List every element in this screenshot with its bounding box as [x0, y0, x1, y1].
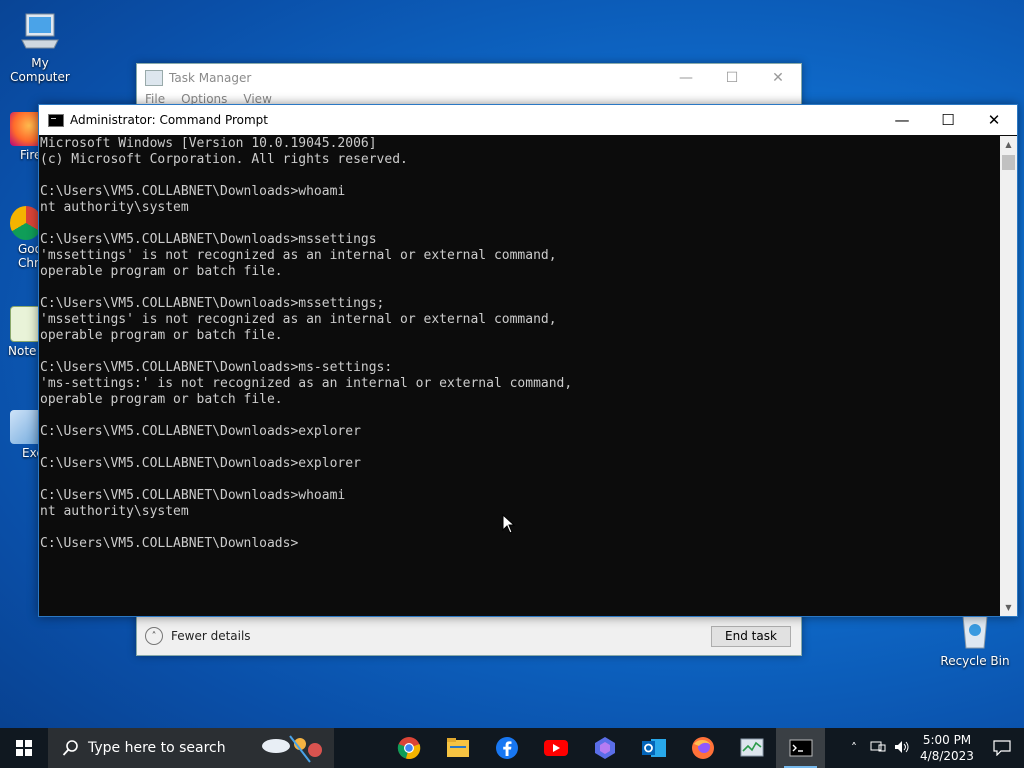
scroll-down-icon[interactable]: ▼ [1000, 599, 1017, 616]
taskbar-command-prompt[interactable] [776, 728, 825, 768]
search-placeholder: Type here to search [88, 740, 226, 756]
desktop-icon-recycle-bin[interactable]: Recycle Bin [935, 608, 1015, 668]
taskbar-outlook[interactable] [629, 728, 678, 768]
window-title: Administrator: Command Prompt [70, 113, 268, 127]
desktop-icon-my-computer[interactable]: My Computer [0, 10, 80, 84]
taskbar-firefox[interactable] [678, 728, 727, 768]
search-highlight-icon [262, 735, 322, 763]
console-line: (c) Microsoft Corporation. All rights re… [40, 152, 408, 167]
console-line: C:\Users\VM5.COLLABNET\Downloads>mssetti… [40, 296, 385, 311]
window-title: Task Manager [169, 71, 252, 85]
console-line: operable program or batch file. [40, 392, 283, 407]
computer-icon [18, 10, 62, 54]
taskbar-search-box[interactable]: Type here to search [48, 728, 334, 768]
taskbar-task-manager[interactable] [727, 728, 776, 768]
console-line: 'mssettings' is not recognized as an int… [40, 248, 557, 263]
youtube-icon [543, 740, 568, 756]
system-tray: ˄ 5:00 PM 4/8/2023 [842, 728, 1024, 768]
clock-date: 4/8/2023 [920, 749, 974, 763]
command-prompt-icon [48, 113, 64, 127]
console-line: C:\Users\VM5.COLLABNET\Downloads>mssetti… [40, 232, 377, 247]
console-line: C:\Users\VM5.COLLABNET\Downloads> [40, 536, 299, 551]
scroll-up-icon[interactable]: ▲ [1000, 136, 1017, 153]
console-output[interactable]: Microsoft Windows [Version 10.0.19045.20… [39, 136, 999, 616]
console-line: nt authority\system [40, 200, 189, 215]
command-prompt-titlebar[interactable]: Administrator: Command Prompt — ☐ ✕ [39, 105, 1017, 135]
windows-logo-icon [16, 740, 32, 756]
console-line: C:\Users\VM5.COLLABNET\Downloads>whoami [40, 184, 346, 199]
file-explorer-icon [446, 738, 469, 757]
mouse-cursor-icon [502, 513, 516, 537]
command-prompt-icon [789, 739, 812, 757]
command-prompt-window[interactable]: Administrator: Command Prompt — ☐ ✕ Micr… [38, 104, 1018, 617]
outlook-icon [641, 739, 666, 757]
taskbar-facebook[interactable] [482, 728, 531, 768]
network-icon[interactable] [866, 740, 890, 757]
console-line: C:\Users\VM5.COLLABNET\Downloads>explore… [40, 424, 361, 439]
chevron-up-icon: ˄ [145, 627, 163, 645]
desktop-icon-label: Recycle Bin [940, 654, 1010, 668]
facebook-icon [495, 737, 518, 759]
notification-center-button[interactable] [980, 740, 1024, 756]
copilot-icon [594, 737, 615, 759]
end-task-button[interactable]: End task [711, 625, 791, 647]
console-line: operable program or batch file. [40, 264, 283, 279]
vertical-scrollbar[interactable]: ▲ ▼ [1000, 136, 1017, 616]
minimize-icon[interactable]: — [879, 111, 925, 129]
console-line: C:\Users\VM5.COLLABNET\Downloads>explore… [40, 456, 361, 471]
taskbar-file-explorer[interactable] [433, 728, 482, 768]
console-line: 'ms-settings:' is not recognized as an i… [40, 376, 573, 391]
taskbar-copilot[interactable] [580, 728, 629, 768]
clock-time: 5:00 PM [922, 733, 972, 747]
console-line: 'mssettings' is not recognized as an int… [40, 312, 557, 327]
console-line: nt authority\system [40, 504, 189, 519]
console-line: C:\Users\VM5.COLLABNET\Downloads>whoami [40, 488, 346, 503]
taskbar-youtube[interactable] [531, 728, 580, 768]
console-line: operable program or batch file. [40, 328, 283, 343]
minimize-icon[interactable]: — [663, 70, 709, 86]
console-line: C:\Users\VM5.COLLABNET\Downloads>ms-sett… [40, 360, 393, 375]
task-manager-titlebar[interactable]: Task Manager — ☐ ✕ [137, 64, 801, 92]
scrollbar-thumb[interactable] [1002, 155, 1015, 170]
close-icon[interactable]: ✕ [971, 111, 1017, 129]
desktop-icon-label: My Computer [10, 56, 70, 84]
start-button[interactable] [0, 728, 48, 768]
firefox-icon [691, 737, 714, 759]
task-manager-footer: ˄ Fewer details End task [137, 616, 801, 655]
close-icon[interactable]: ✕ [755, 70, 801, 86]
console-line: Microsoft Windows [Version 10.0.19045.20… [40, 136, 377, 151]
search-icon [62, 740, 78, 756]
volume-icon[interactable] [890, 740, 914, 757]
chrome-icon [397, 737, 420, 759]
chevron-up-icon[interactable]: ˄ [842, 741, 866, 755]
taskbar: Type here to search ˄ 5:00 PM 4/8/2023 [0, 728, 1024, 768]
task-manager-icon [740, 738, 763, 757]
fewer-details-button[interactable]: ˄ Fewer details [145, 627, 251, 645]
maximize-icon[interactable]: ☐ [709, 70, 755, 86]
taskbar-chrome[interactable] [384, 728, 433, 768]
system-clock[interactable]: 5:00 PM 4/8/2023 [914, 732, 980, 764]
fewer-details-label: Fewer details [171, 629, 251, 643]
maximize-icon[interactable]: ☐ [925, 111, 971, 129]
notification-icon [993, 740, 1011, 756]
task-manager-icon [145, 70, 163, 86]
